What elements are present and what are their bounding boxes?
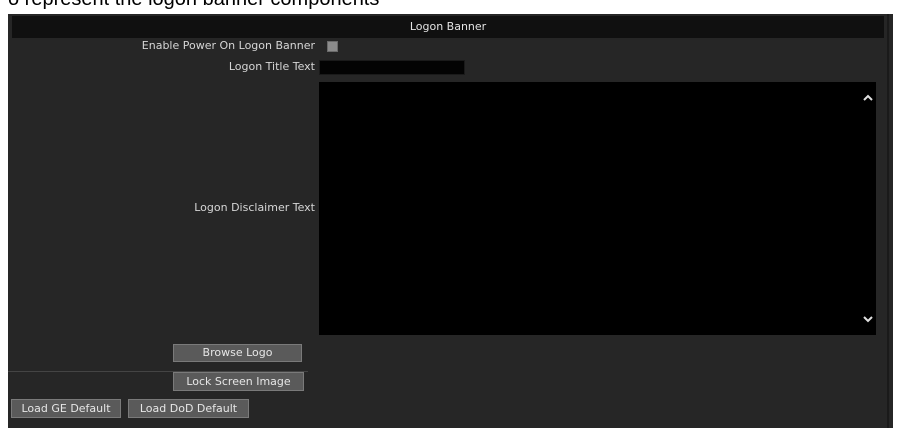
enable-logon-banner-checkbox[interactable] — [327, 41, 338, 52]
browse-logo-button[interactable]: Browse Logo — [173, 344, 302, 362]
panel-right-edge — [887, 14, 889, 428]
lock-screen-image-button[interactable]: Lock Screen Image — [173, 372, 304, 391]
logon-banner-panel: Logon Banner Enable Power On Logon Banne… — [8, 14, 893, 428]
panel-title: Logon Banner — [409, 20, 487, 33]
chevron-up-icon[interactable] — [862, 92, 874, 104]
logon-disclaimer-text-label: Logon Disclaimer Text — [194, 201, 315, 214]
cropped-caption-text: o represent the logon banner components — [8, 0, 379, 11]
load-ge-default-button[interactable]: Load GE Default — [11, 399, 121, 418]
logon-disclaimer-textarea[interactable] — [319, 82, 876, 335]
logon-title-text-input[interactable] — [319, 60, 465, 75]
panel-title-bar: Logon Banner — [12, 16, 884, 38]
logon-title-text-label: Logon Title Text — [228, 60, 315, 73]
enable-logon-banner-label: Enable Power On Logon Banner — [141, 39, 315, 52]
cropped-caption: o represent the logon banner components — [0, 0, 901, 14]
load-dod-default-button[interactable]: Load DoD Default — [128, 399, 249, 418]
chevron-down-icon[interactable] — [862, 313, 874, 325]
